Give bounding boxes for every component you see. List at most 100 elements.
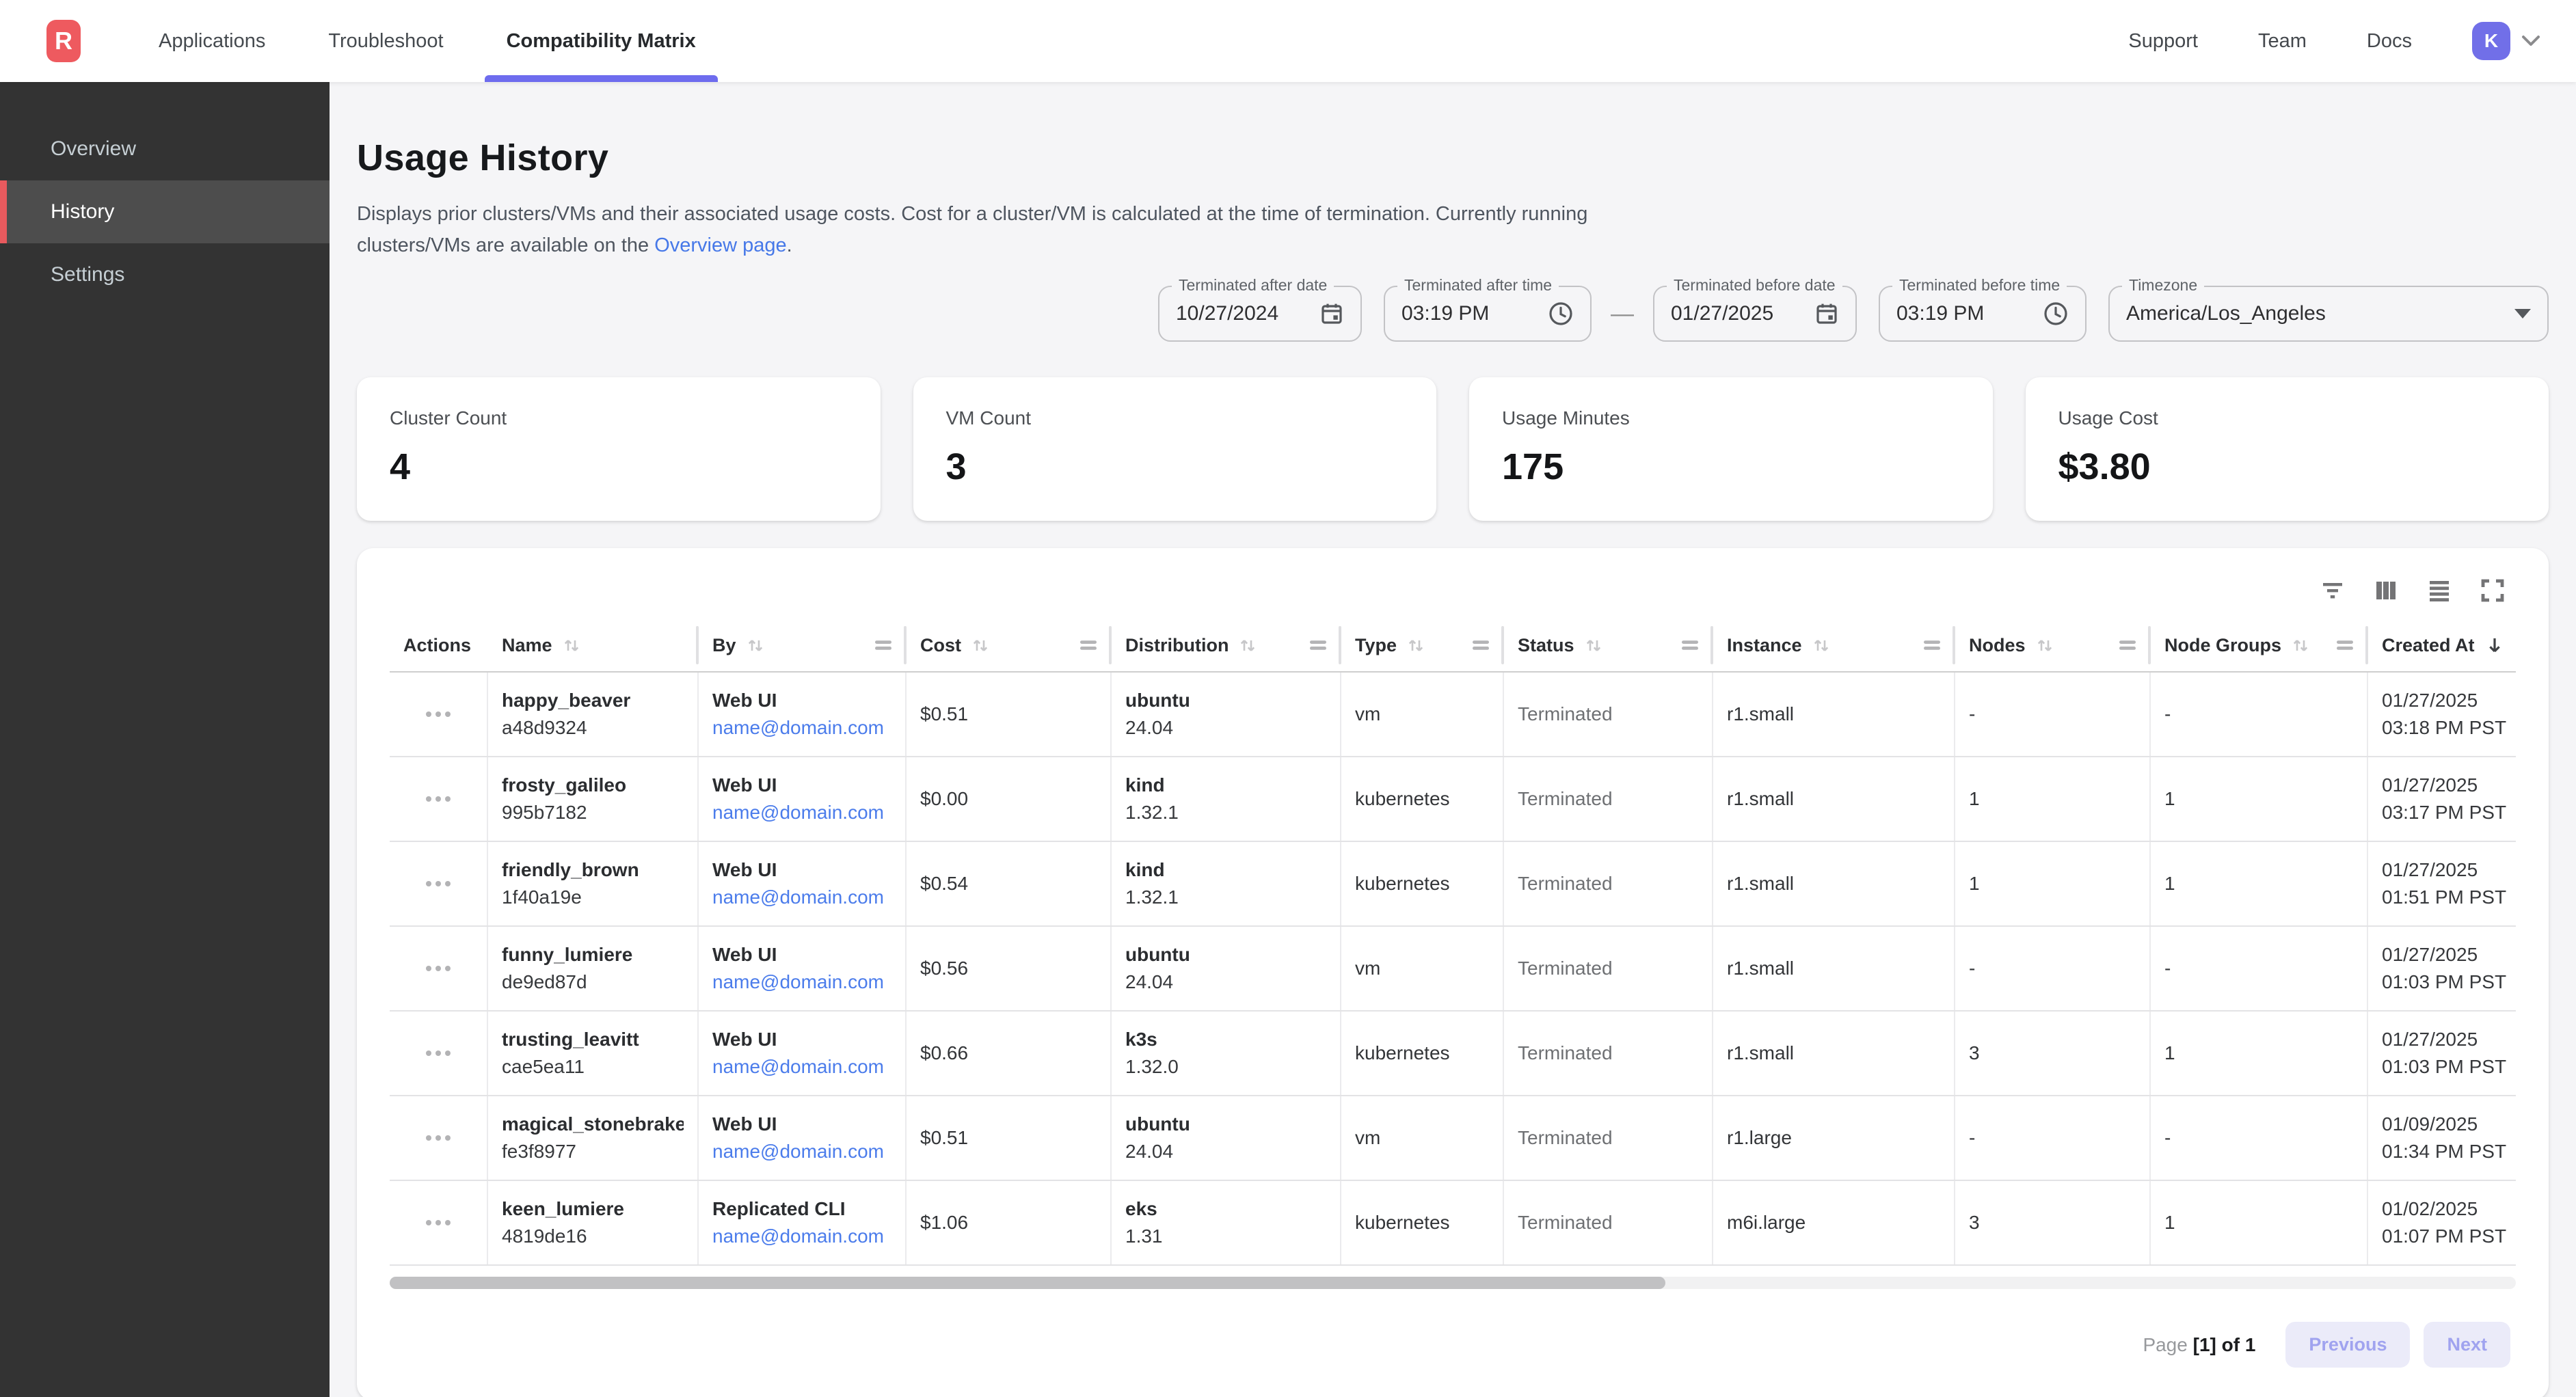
timezone-select[interactable]: Timezone America/Los_Angeles [2108,286,2549,342]
field-value[interactable]: 01/27/2025 [1671,302,1773,325]
calendar-icon[interactable] [1814,301,1839,326]
terminated-before-date-field[interactable]: Terminated before date 01/27/2025 [1653,286,1857,342]
next-page-button[interactable]: Next [2424,1322,2510,1368]
column-header-status[interactable]: Status [1504,619,1713,671]
dropdown-arrow-icon[interactable] [2514,309,2531,318]
sort-icon[interactable] [1584,636,1603,655]
row-actions-menu-icon[interactable] [420,791,456,807]
sort-icon[interactable] [1238,636,1257,655]
sort-icon[interactable] [1406,636,1425,655]
clock-icon[interactable] [1548,301,1574,327]
sort-icon[interactable] [2035,636,2054,655]
row-actions-menu-icon[interactable] [420,960,456,977]
nodes-value: - [1969,958,2136,979]
field-value[interactable]: 03:19 PM [1896,302,1984,325]
column-label: By [712,635,736,656]
filter-icon[interactable] [2318,575,2348,606]
column-header-instance[interactable]: Instance [1713,619,1955,671]
created-by-email-link[interactable]: name@domain.com [712,717,891,739]
row-actions-cell [390,927,488,1010]
sort-icon[interactable] [1812,636,1831,655]
instance-cell: r1.small [1713,1012,1955,1095]
sort-icon[interactable] [746,636,765,655]
replicated-logo[interactable]: R [46,20,81,62]
clock-icon[interactable] [2043,301,2069,327]
cluster-id: fe3f8977 [502,1141,684,1163]
scrollbar-thumb[interactable] [390,1277,1665,1289]
field-value[interactable]: 03:19 PM [1401,302,1489,325]
horizontal-scrollbar[interactable] [390,1277,2516,1289]
created-by-email-link[interactable]: name@domain.com [712,1141,891,1163]
column-header-created-at[interactable]: Created At [2368,619,2550,671]
created-by-email-link[interactable]: name@domain.com [712,802,891,824]
column-menu-icon[interactable] [1309,638,1328,652]
nav-link-docs[interactable]: Docs [2367,30,2412,53]
column-menu-icon[interactable] [874,638,893,652]
columns-icon[interactable] [2371,575,2401,606]
column-header-name[interactable]: Name [488,619,699,671]
density-icon[interactable] [2424,575,2454,606]
nav-link-team[interactable]: Team [2258,30,2307,53]
row-actions-menu-icon[interactable] [420,1130,456,1146]
table-row: keen_lumiere 4819de16 Replicated CLI nam… [390,1181,2516,1266]
created-by-email-link[interactable]: name@domain.com [712,1225,891,1247]
row-actions-menu-icon[interactable] [420,1045,456,1061]
cluster-id: 4819de16 [502,1225,684,1247]
tab-compatibility-matrix[interactable]: Compatibility Matrix [475,0,727,82]
status-badge: Terminated [1518,958,1698,979]
avatar[interactable]: K [2472,22,2510,60]
terminated-after-time-field[interactable]: Terminated after time 03:19 PM [1384,286,1592,342]
page-description: Displays prior clusters/VMs and their as… [357,198,1642,261]
node-groups-cell: 1 [2151,1181,2368,1264]
sort-icon[interactable] [562,636,581,655]
node-groups-value: 1 [2164,1042,2353,1064]
column-menu-icon[interactable] [2118,638,2137,652]
fullscreen-icon[interactable] [2478,575,2508,606]
row-actions-menu-icon[interactable] [420,876,456,892]
created-by-source: Web UI [712,1029,891,1050]
sidebar-item-settings[interactable]: Settings [0,243,330,306]
column-header-nodes[interactable]: Nodes [1955,619,2151,671]
column-menu-icon[interactable] [1922,638,1942,652]
column-header-cost[interactable]: Cost [907,619,1112,671]
calendar-icon[interactable] [1319,301,1344,326]
terminated-after-date-field[interactable]: Terminated after date 10/27/2024 [1158,286,1362,342]
account-menu[interactable]: K [2472,22,2540,60]
cluster-name: funny_lumiere [502,944,684,966]
overview-page-link[interactable]: Overview page [654,234,786,256]
column-menu-icon[interactable] [1079,638,1098,652]
sort-icon[interactable] [2291,636,2310,655]
column-menu-icon[interactable] [1471,638,1490,652]
instance-value: r1.small [1727,873,1940,895]
sort-desc-icon[interactable] [2484,635,2505,655]
field-value[interactable]: 10/27/2024 [1176,302,1278,325]
tab-troubleshoot[interactable]: Troubleshoot [297,0,474,82]
tab-label: Compatibility Matrix [507,30,696,53]
instance-value: m6i.large [1727,1212,1940,1234]
column-menu-icon[interactable] [1680,638,1700,652]
chevron-down-icon[interactable] [2521,35,2540,47]
sort-icon[interactable] [971,636,990,655]
previous-page-button[interactable]: Previous [2285,1322,2410,1368]
terminated-before-time-field[interactable]: Terminated before time 03:19 PM [1879,286,2087,342]
tab-applications[interactable]: Applications [127,0,297,82]
stat-value: 4 [390,446,848,488]
nodes-value: 3 [1969,1042,2136,1064]
created-by-email-link[interactable]: name@domain.com [712,886,891,908]
nav-link-support[interactable]: Support [2128,30,2198,53]
sidebar-item-overview[interactable]: Overview [0,118,330,180]
column-label: Actions [403,635,471,656]
row-actions-menu-icon[interactable] [420,1215,456,1231]
row-actions-menu-icon[interactable] [420,706,456,722]
column-header-distribution[interactable]: Distribution [1112,619,1341,671]
column-header-by[interactable]: By [699,619,907,671]
status-cell: Terminated [1504,842,1713,925]
column-menu-icon[interactable] [2335,638,2354,652]
created-by-email-link[interactable]: name@domain.com [712,971,891,993]
cost-value: $0.66 [920,1042,1097,1064]
field-value[interactable]: America/Los_Angeles [2126,302,2326,325]
column-header-node-groups[interactable]: Node Groups [2151,619,2368,671]
created-by-email-link[interactable]: name@domain.com [712,1056,891,1078]
sidebar-item-history[interactable]: History [0,180,330,243]
column-header-type[interactable]: Type [1341,619,1504,671]
